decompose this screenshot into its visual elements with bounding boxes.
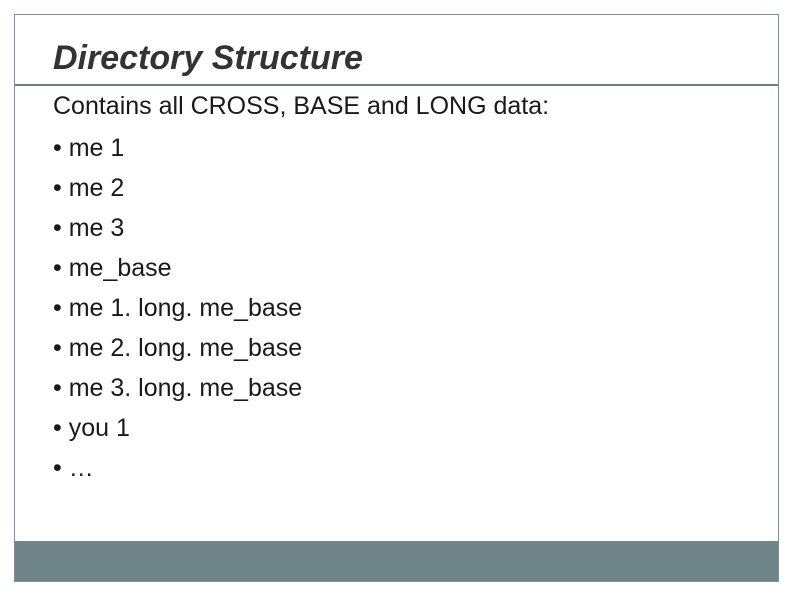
list-item: … bbox=[53, 448, 740, 488]
list-item: me 3 bbox=[53, 208, 740, 248]
list-item: me 2 bbox=[53, 168, 740, 208]
slide-content: Contains all CROSS, BASE and LONG data: … bbox=[15, 86, 778, 488]
bullet-list: me 1 me 2 me 3 me_base me 1. long. me_ba… bbox=[53, 128, 740, 488]
list-item: you 1 bbox=[53, 408, 740, 448]
list-item: me_base bbox=[53, 248, 740, 288]
list-item: me 1. long. me_base bbox=[53, 288, 740, 328]
slide-title: Directory Structure bbox=[15, 15, 778, 86]
list-item: me 2. long. me_base bbox=[53, 328, 740, 368]
footer-bar bbox=[15, 541, 778, 581]
list-item: me 1 bbox=[53, 128, 740, 168]
intro-text: Contains all CROSS, BASE and LONG data: bbox=[53, 86, 740, 126]
slide-frame: Directory Structure Contains all CROSS, … bbox=[14, 14, 779, 582]
list-item: me 3. long. me_base bbox=[53, 368, 740, 408]
